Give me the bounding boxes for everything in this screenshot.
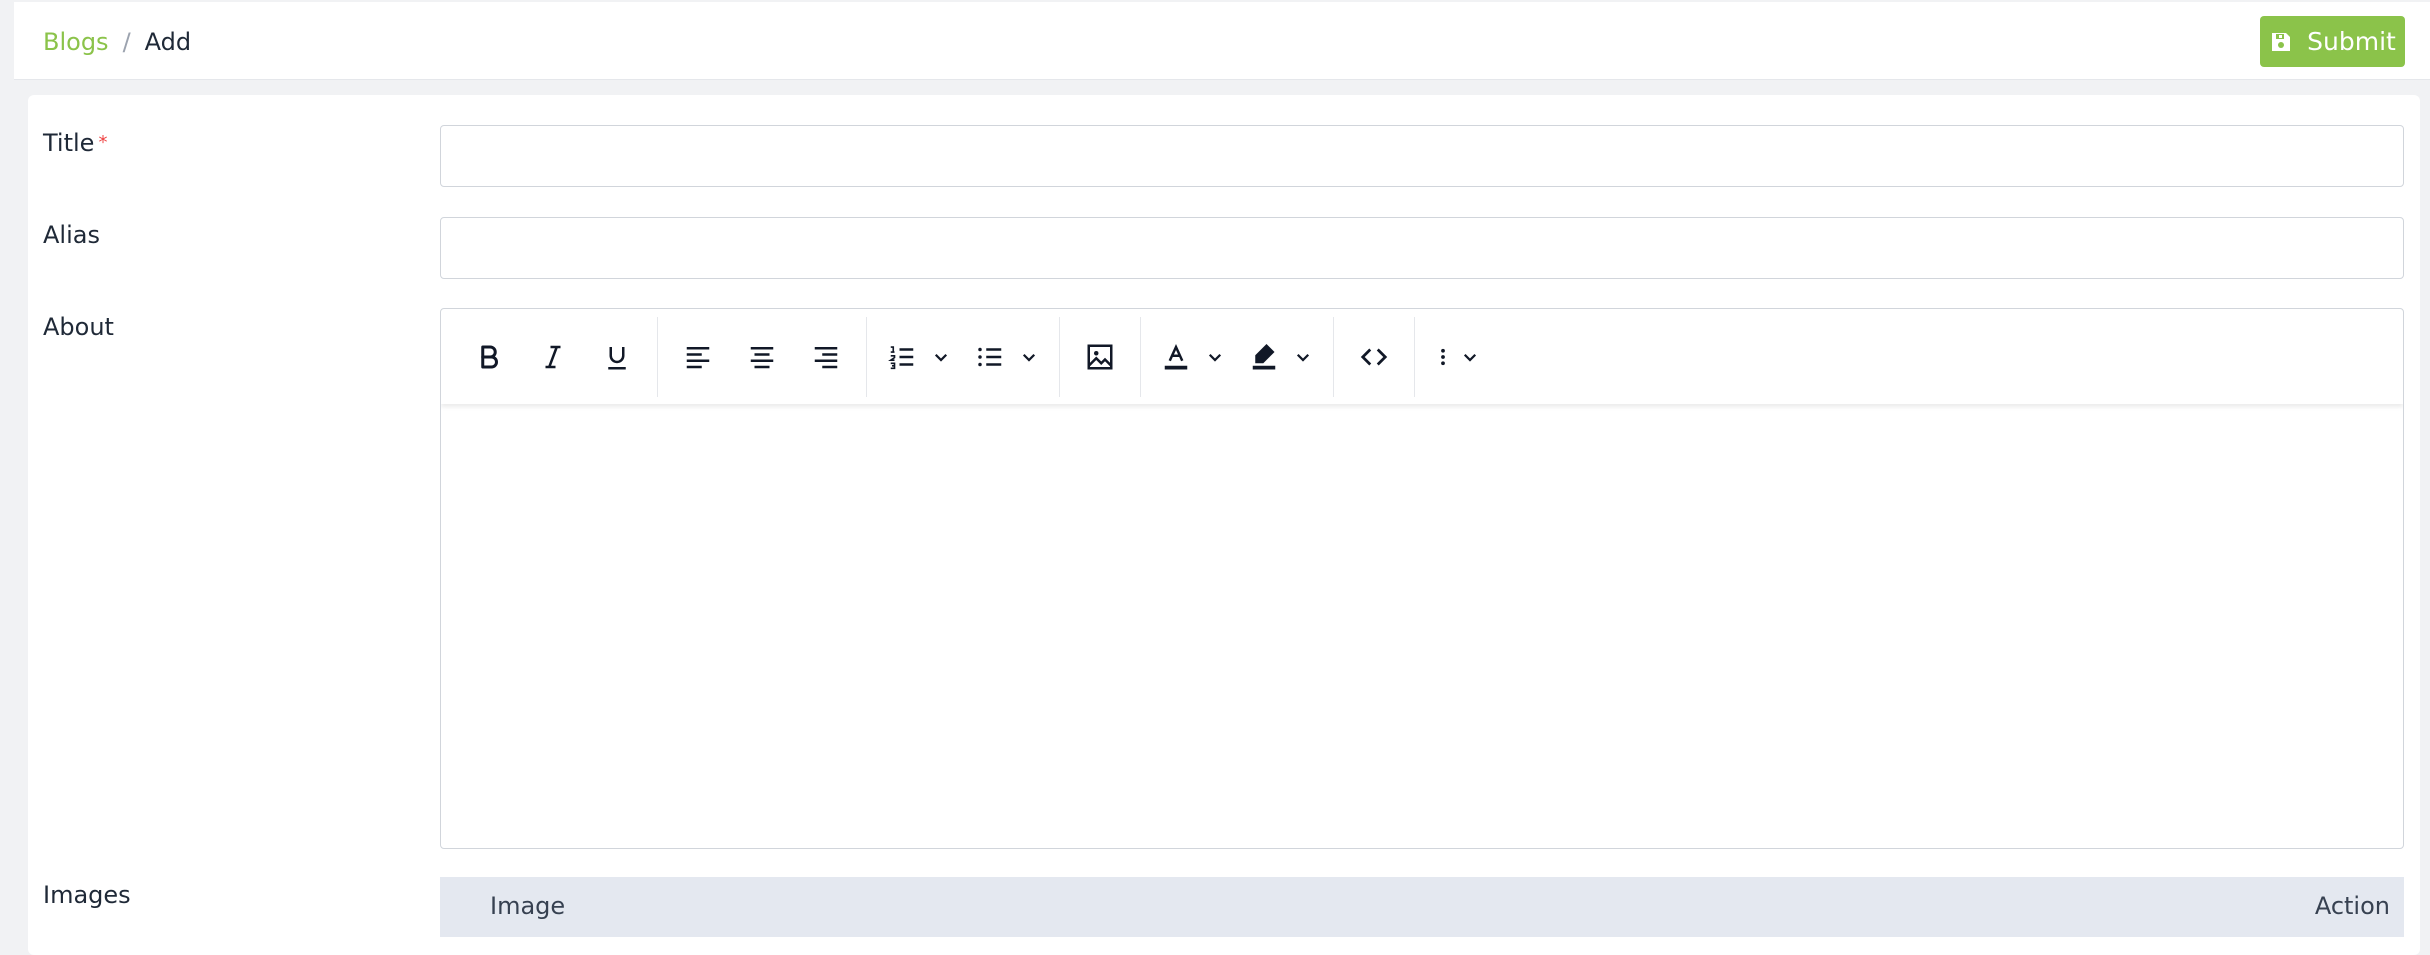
more-options-button[interactable] bbox=[1428, 330, 1482, 384]
alias-input[interactable] bbox=[440, 217, 2404, 279]
chevron-down-icon bbox=[1208, 353, 1222, 362]
toolbar-group-code bbox=[1334, 316, 1415, 397]
highlight-color-button[interactable] bbox=[1242, 330, 1320, 384]
underline-icon bbox=[608, 346, 626, 369]
column-header-image: Image bbox=[490, 892, 566, 920]
title-label: Title * bbox=[43, 129, 108, 157]
toolbar-group-media bbox=[1060, 316, 1141, 397]
bold-button[interactable] bbox=[462, 330, 516, 384]
breadcrumb-separator: / bbox=[122, 28, 131, 56]
toolbar-group-alignment bbox=[658, 316, 867, 397]
align-left-icon bbox=[686, 346, 710, 368]
source-code-button[interactable] bbox=[1347, 330, 1401, 384]
toolbar-group-colors bbox=[1141, 316, 1334, 397]
chevron-down-icon bbox=[1296, 353, 1310, 362]
font-color-button[interactable] bbox=[1154, 330, 1232, 384]
floppy-disk-icon bbox=[2272, 32, 2291, 51]
bulleted-list-button[interactable] bbox=[968, 330, 1046, 384]
align-left-button[interactable] bbox=[671, 330, 725, 384]
editor-toolbar bbox=[441, 309, 2403, 404]
bulleted-list-icon bbox=[978, 347, 1002, 366]
alias-label: Alias bbox=[43, 221, 100, 249]
underline-button[interactable] bbox=[590, 330, 644, 384]
top-bar: Blogs / Add Submit bbox=[14, 2, 2430, 80]
breadcrumb-current: Add bbox=[144, 28, 192, 56]
align-center-icon bbox=[750, 346, 774, 368]
chevron-down-icon bbox=[1022, 353, 1036, 362]
images-table-header: Image Action bbox=[440, 877, 2404, 937]
required-mark: * bbox=[98, 132, 108, 153]
submit-button[interactable]: Submit bbox=[2260, 16, 2405, 67]
numbered-list-button[interactable] bbox=[880, 330, 958, 384]
code-icon bbox=[1360, 348, 1388, 365]
editor-content-area[interactable] bbox=[441, 404, 2403, 848]
breadcrumb-blogs-link[interactable]: Blogs bbox=[43, 28, 109, 56]
align-right-icon bbox=[814, 346, 838, 368]
images-label: Images bbox=[43, 881, 131, 909]
insert-image-button[interactable] bbox=[1073, 330, 1127, 384]
column-header-action: Action bbox=[2314, 892, 2390, 920]
italic-icon bbox=[545, 345, 561, 368]
align-center-button[interactable] bbox=[735, 330, 789, 384]
toolbar-group-lists bbox=[867, 316, 1060, 397]
numbered-list-icon bbox=[888, 345, 914, 369]
breadcrumb: Blogs / Add bbox=[43, 26, 191, 58]
toolbar-group-more bbox=[1415, 317, 1495, 397]
image-icon bbox=[1087, 344, 1113, 369]
align-right-button[interactable] bbox=[799, 330, 853, 384]
chevron-down-icon bbox=[1463, 353, 1477, 362]
toolbar-group-text-style bbox=[449, 316, 658, 397]
italic-button[interactable] bbox=[526, 330, 580, 384]
submit-label: Submit bbox=[2307, 27, 2396, 56]
title-input[interactable] bbox=[440, 125, 2404, 187]
about-label: About bbox=[43, 313, 114, 341]
form-card: Title * Alias About Images Image Action bbox=[28, 95, 2420, 955]
more-icon bbox=[1441, 348, 1445, 365]
rich-text-editor bbox=[440, 308, 2404, 849]
chevron-down-icon bbox=[934, 353, 948, 362]
bold-icon bbox=[481, 345, 498, 368]
font-color-icon bbox=[1164, 343, 1188, 369]
highlight-icon bbox=[1252, 343, 1276, 369]
